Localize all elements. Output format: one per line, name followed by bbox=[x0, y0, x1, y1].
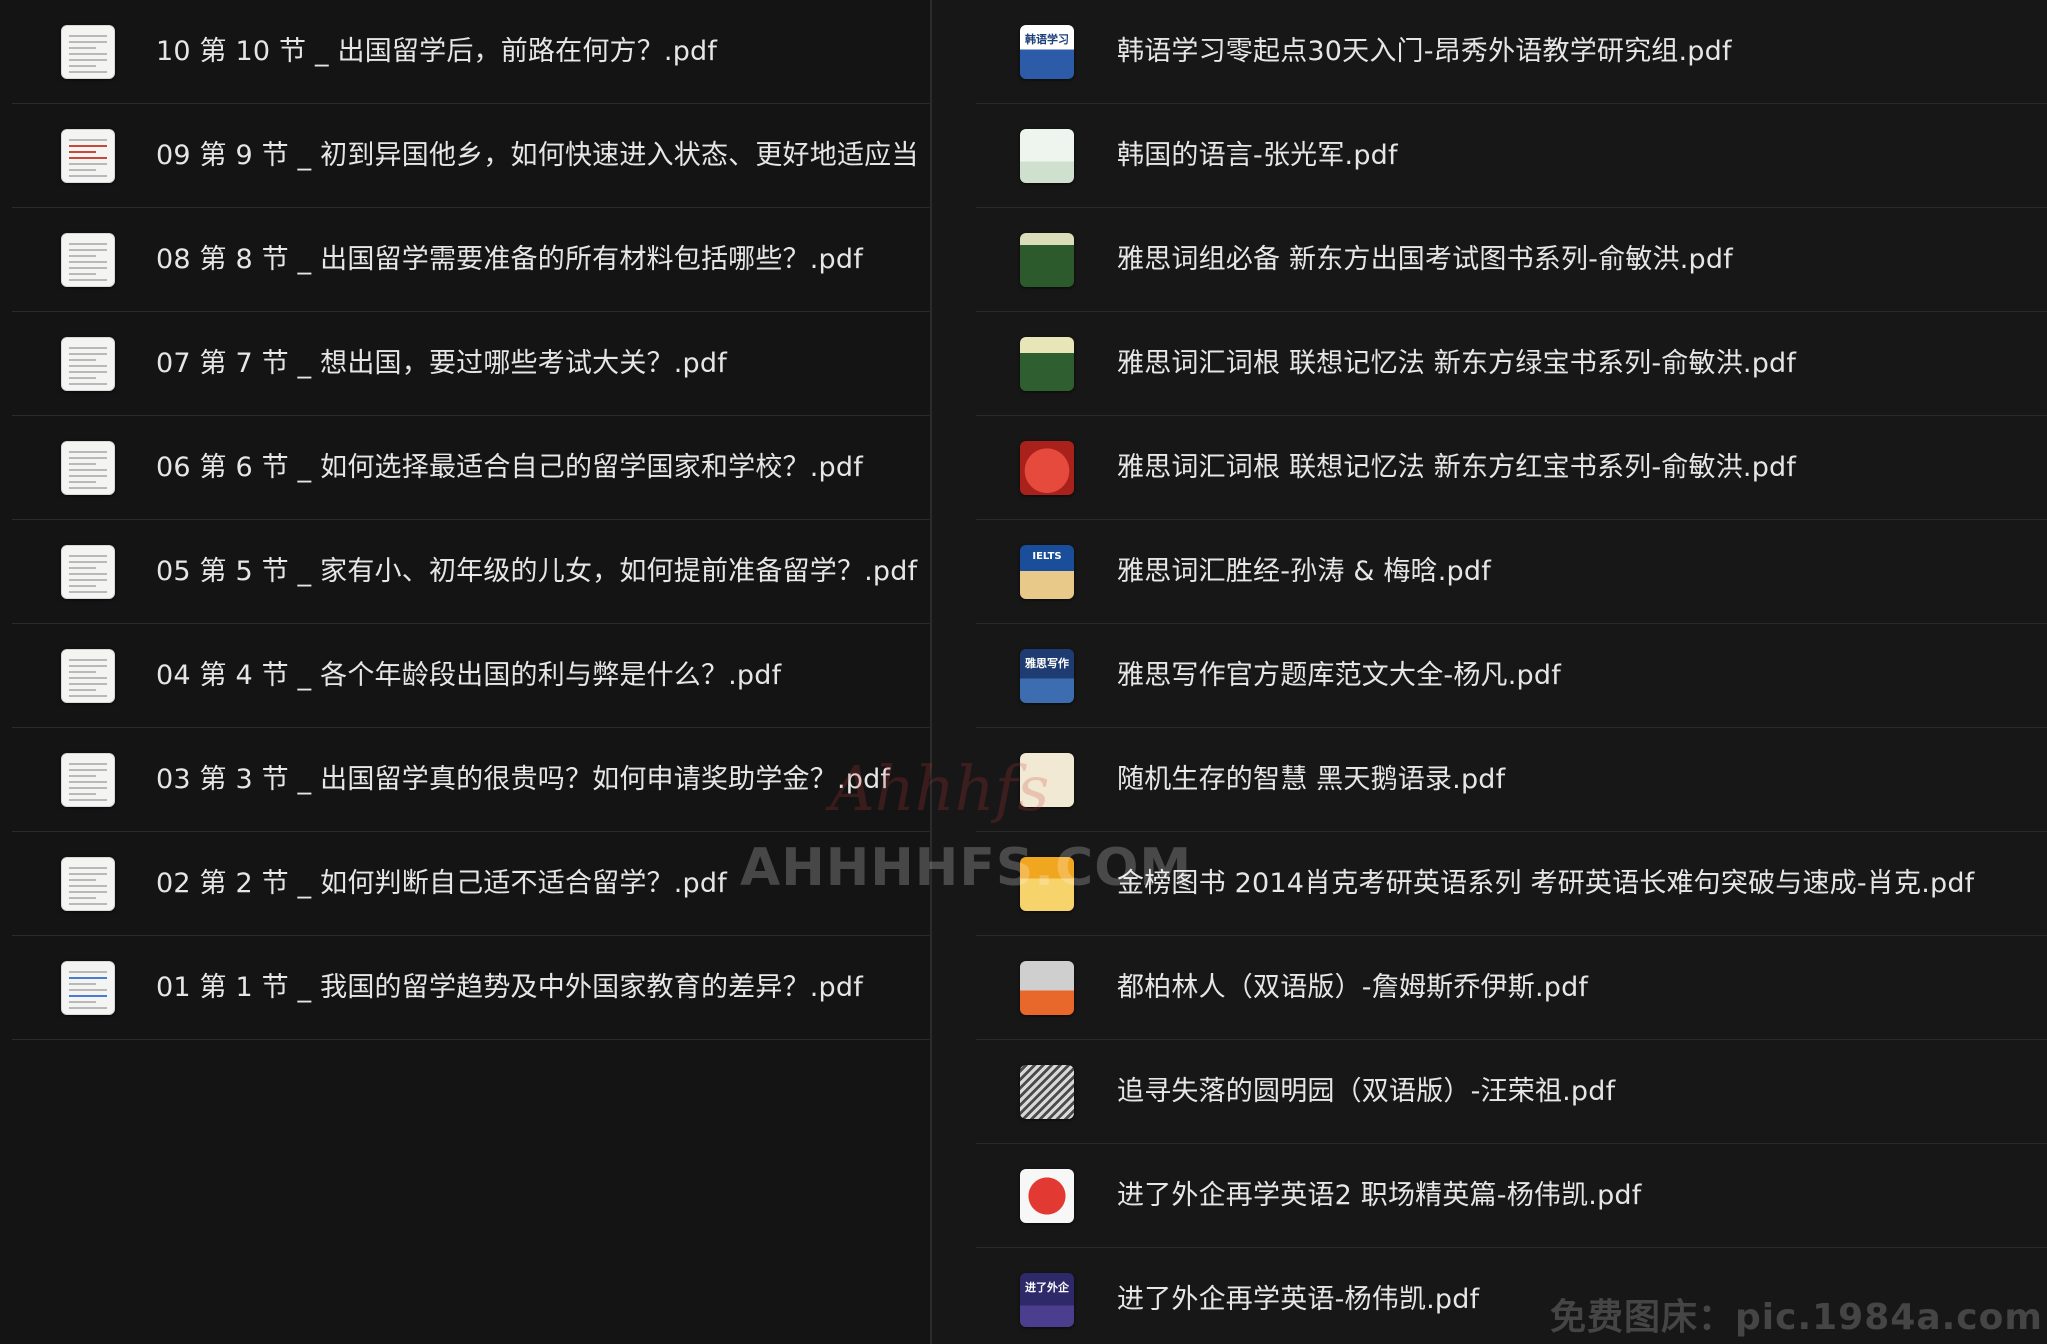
file-name: 05 第 5 节 _ 家有小、初年级的儿女，如何提前准备留学？.pdf bbox=[156, 556, 918, 587]
file-name: 追寻失落的圆明园（双语版）-汪荣祖.pdf bbox=[1117, 1076, 1616, 1107]
left-file-pane: 10 第 10 节 _ 出国留学后，前路在何方？.pdf 09 第 9 节 _ 初… bbox=[0, 0, 930, 1344]
file-name: 金榜图书 2014肖克考研英语系列 考研英语长难句突破与速成-肖克.pdf bbox=[1117, 868, 1975, 899]
pdf-book-cover-icon bbox=[1020, 129, 1074, 183]
pdf-book-cover-icon: IELTS bbox=[1020, 545, 1074, 599]
pdf-book-cover-icon bbox=[1020, 961, 1074, 1015]
cover-title-text: 韩语学习 bbox=[1025, 33, 1069, 46]
pdf-book-cover-icon bbox=[1020, 857, 1074, 911]
file-name: 10 第 10 节 _ 出国留学后，前路在何方？.pdf bbox=[156, 36, 718, 67]
file-row[interactable]: 雅思词组必备 新东方出国考试图书系列-俞敏洪.pdf bbox=[932, 208, 2047, 312]
pdf-book-cover-icon: 韩语学习 bbox=[1020, 25, 1074, 79]
file-name: 都柏林人（双语版）-詹姆斯乔伊斯.pdf bbox=[1117, 972, 1589, 1003]
pdf-book-cover-icon bbox=[1020, 1065, 1074, 1119]
pdf-document-icon bbox=[61, 753, 115, 807]
left-file-list: 10 第 10 节 _ 出国留学后，前路在何方？.pdf 09 第 9 节 _ 初… bbox=[0, 0, 930, 1040]
file-name: 09 第 9 节 _ 初到异国他乡，如何快速进入状态、更好地适应当 bbox=[156, 140, 919, 171]
pdf-book-cover-icon: 雅思写作 bbox=[1020, 649, 1074, 703]
file-name: 06 第 6 节 _ 如何选择最适合自己的留学国家和学校？.pdf bbox=[156, 452, 863, 483]
pdf-document-icon bbox=[61, 961, 115, 1015]
pdf-book-cover-icon bbox=[1020, 337, 1074, 391]
pdf-book-cover-icon bbox=[1020, 441, 1074, 495]
file-row[interactable]: 韩国的语言-张光军.pdf bbox=[932, 104, 2047, 208]
file-row[interactable]: 05 第 5 节 _ 家有小、初年级的儿女，如何提前准备留学？.pdf bbox=[0, 520, 930, 624]
pdf-document-icon bbox=[61, 441, 115, 495]
file-row[interactable]: 雅思词汇词根 联想记忆法 新东方红宝书系列-俞敏洪.pdf bbox=[932, 416, 2047, 520]
file-row[interactable]: 03 第 3 节 _ 出国留学真的很贵吗？如何申请奖助学金？.pdf bbox=[0, 728, 930, 832]
cover-title-text: IELTS bbox=[1032, 551, 1062, 562]
file-row[interactable]: 02 第 2 节 _ 如何判断自己适不适合留学？.pdf bbox=[0, 832, 930, 936]
file-row[interactable]: 金榜图书 2014肖克考研英语系列 考研英语长难句突破与速成-肖克.pdf bbox=[932, 832, 2047, 936]
file-row[interactable]: 进了外企再学英语2 职场精英篇-杨伟凯.pdf bbox=[932, 1144, 2047, 1248]
pdf-book-cover-icon bbox=[1020, 233, 1074, 287]
file-row[interactable]: 10 第 10 节 _ 出国留学后，前路在何方？.pdf bbox=[0, 0, 930, 104]
pdf-book-cover-icon bbox=[1020, 753, 1074, 807]
file-name: 07 第 7 节 _ 想出国，要过哪些考试大关？.pdf bbox=[156, 348, 727, 379]
file-row[interactable]: 韩语学习 韩语学习零起点30天入门-昂秀外语教学研究组.pdf bbox=[932, 0, 2047, 104]
pdf-document-icon bbox=[61, 129, 115, 183]
file-name: 08 第 8 节 _ 出国留学需要准备的所有材料包括哪些？.pdf bbox=[156, 244, 863, 275]
file-row[interactable]: 06 第 6 节 _ 如何选择最适合自己的留学国家和学校？.pdf bbox=[0, 416, 930, 520]
file-name: 雅思词组必备 新东方出国考试图书系列-俞敏洪.pdf bbox=[1117, 244, 1733, 275]
file-name: 01 第 1 节 _ 我国的留学趋势及中外国家教育的差异？.pdf bbox=[156, 972, 863, 1003]
file-row[interactable]: 07 第 7 节 _ 想出国，要过哪些考试大关？.pdf bbox=[0, 312, 930, 416]
file-name: 韩语学习零起点30天入门-昂秀外语教学研究组.pdf bbox=[1117, 36, 1732, 67]
pdf-document-icon bbox=[61, 649, 115, 703]
file-name: 随机生存的智慧 黑天鹅语录.pdf bbox=[1117, 764, 1506, 795]
file-row[interactable]: IELTS 雅思词汇胜经-孙涛 & 梅晗.pdf bbox=[932, 520, 2047, 624]
pdf-document-icon bbox=[61, 545, 115, 599]
file-name: 雅思词汇胜经-孙涛 & 梅晗.pdf bbox=[1117, 556, 1491, 587]
pdf-document-icon bbox=[61, 337, 115, 391]
file-name: 雅思写作官方题库范文大全-杨凡.pdf bbox=[1117, 660, 1561, 691]
file-row[interactable]: 随机生存的智慧 黑天鹅语录.pdf bbox=[932, 728, 2047, 832]
file-row[interactable]: 04 第 4 节 _ 各个年龄段出国的利与弊是什么？.pdf bbox=[0, 624, 930, 728]
file-row[interactable]: 雅思写作 雅思写作官方题库范文大全-杨凡.pdf bbox=[932, 624, 2047, 728]
file-name: 进了外企再学英语-杨伟凯.pdf bbox=[1117, 1284, 1480, 1315]
file-name: 雅思词汇词根 联想记忆法 新东方红宝书系列-俞敏洪.pdf bbox=[1117, 452, 1797, 483]
right-file-pane: 韩语学习 韩语学习零起点30天入门-昂秀外语教学研究组.pdf 韩国的语言-张光军.… bbox=[932, 0, 2047, 1344]
pdf-book-cover-icon: 进了外企 bbox=[1020, 1273, 1074, 1327]
pdf-document-icon bbox=[61, 857, 115, 911]
file-row[interactable]: 雅思词汇词根 联想记忆法 新东方绿宝书系列-俞敏洪.pdf bbox=[932, 312, 2047, 416]
file-row[interactable]: 进了外企 进了外企再学英语-杨伟凯.pdf bbox=[932, 1248, 2047, 1344]
cover-title-text: 雅思写作 bbox=[1025, 657, 1069, 670]
pdf-book-cover-icon bbox=[1020, 1169, 1074, 1223]
file-row[interactable]: 01 第 1 节 _ 我国的留学趋势及中外国家教育的差异？.pdf bbox=[0, 936, 930, 1040]
file-row[interactable]: 都柏林人（双语版）-詹姆斯乔伊斯.pdf bbox=[932, 936, 2047, 1040]
file-row[interactable]: 09 第 9 节 _ 初到异国他乡，如何快速进入状态、更好地适应当 bbox=[0, 104, 930, 208]
file-name: 雅思词汇词根 联想记忆法 新东方绿宝书系列-俞敏洪.pdf bbox=[1117, 348, 1797, 379]
pdf-document-icon bbox=[61, 25, 115, 79]
file-row[interactable]: 08 第 8 节 _ 出国留学需要准备的所有材料包括哪些？.pdf bbox=[0, 208, 930, 312]
pdf-document-icon bbox=[61, 233, 115, 287]
file-name: 03 第 3 节 _ 出国留学真的很贵吗？如何申请奖助学金？.pdf bbox=[156, 764, 891, 795]
file-browser-screen: 10 第 10 节 _ 出国留学后，前路在何方？.pdf 09 第 9 节 _ 初… bbox=[0, 0, 2047, 1344]
right-file-list: 韩语学习 韩语学习零起点30天入门-昂秀外语教学研究组.pdf 韩国的语言-张光军.… bbox=[932, 0, 2047, 1344]
file-name: 韩国的语言-张光军.pdf bbox=[1117, 140, 1398, 171]
file-name: 02 第 2 节 _ 如何判断自己适不适合留学？.pdf bbox=[156, 868, 727, 899]
cover-title-text: 进了外企 bbox=[1025, 1281, 1069, 1294]
file-row[interactable]: 追寻失落的圆明园（双语版）-汪荣祖.pdf bbox=[932, 1040, 2047, 1144]
file-name: 进了外企再学英语2 职场精英篇-杨伟凯.pdf bbox=[1117, 1180, 1642, 1211]
file-name: 04 第 4 节 _ 各个年龄段出国的利与弊是什么？.pdf bbox=[156, 660, 782, 691]
